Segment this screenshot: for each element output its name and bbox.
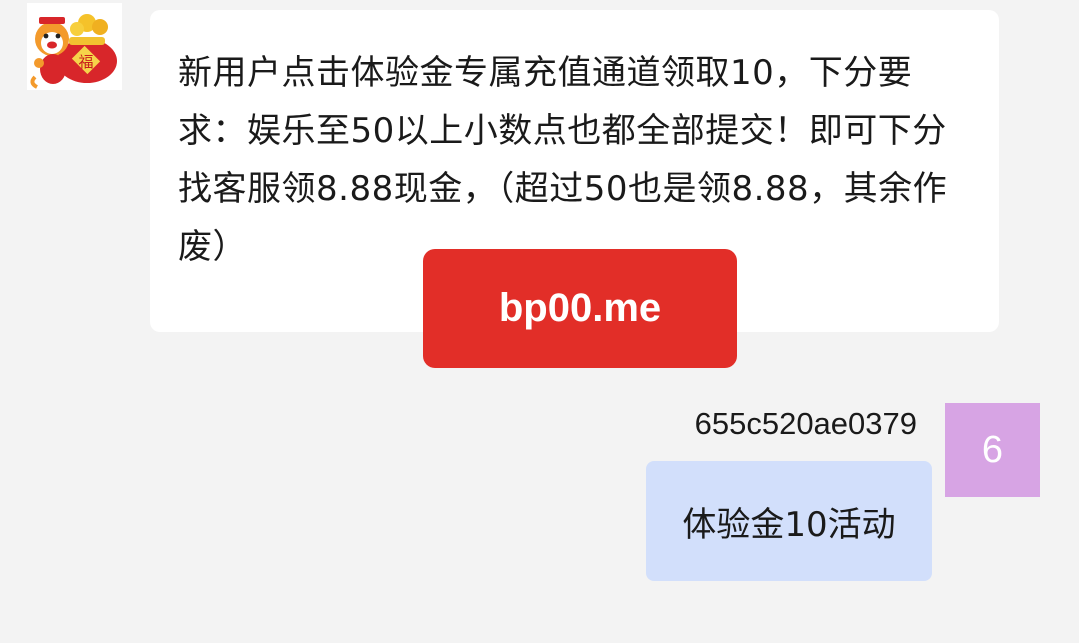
user-avatar[interactable]: 6 [945, 403, 1040, 497]
sender-avatar[interactable]: 福 [27, 3, 122, 90]
sender-name: 655c520ae0379 [694, 406, 917, 441]
incoming-message-text: 新用户点击体验金专属充值通道领取10，下分要求：娱乐至50以上小数点也都全部提交… [178, 53, 948, 267]
svg-text:福: 福 [78, 53, 93, 71]
outgoing-message-bubble[interactable]: 体验金10活动 [646, 461, 932, 581]
tiger-lucky-bag-icon: 福 [30, 14, 117, 89]
outgoing-message-text: 体验金10活动 [682, 504, 896, 545]
link-button[interactable]: bp00.me [423, 249, 737, 368]
avatar-letter: 6 [981, 428, 1004, 471]
